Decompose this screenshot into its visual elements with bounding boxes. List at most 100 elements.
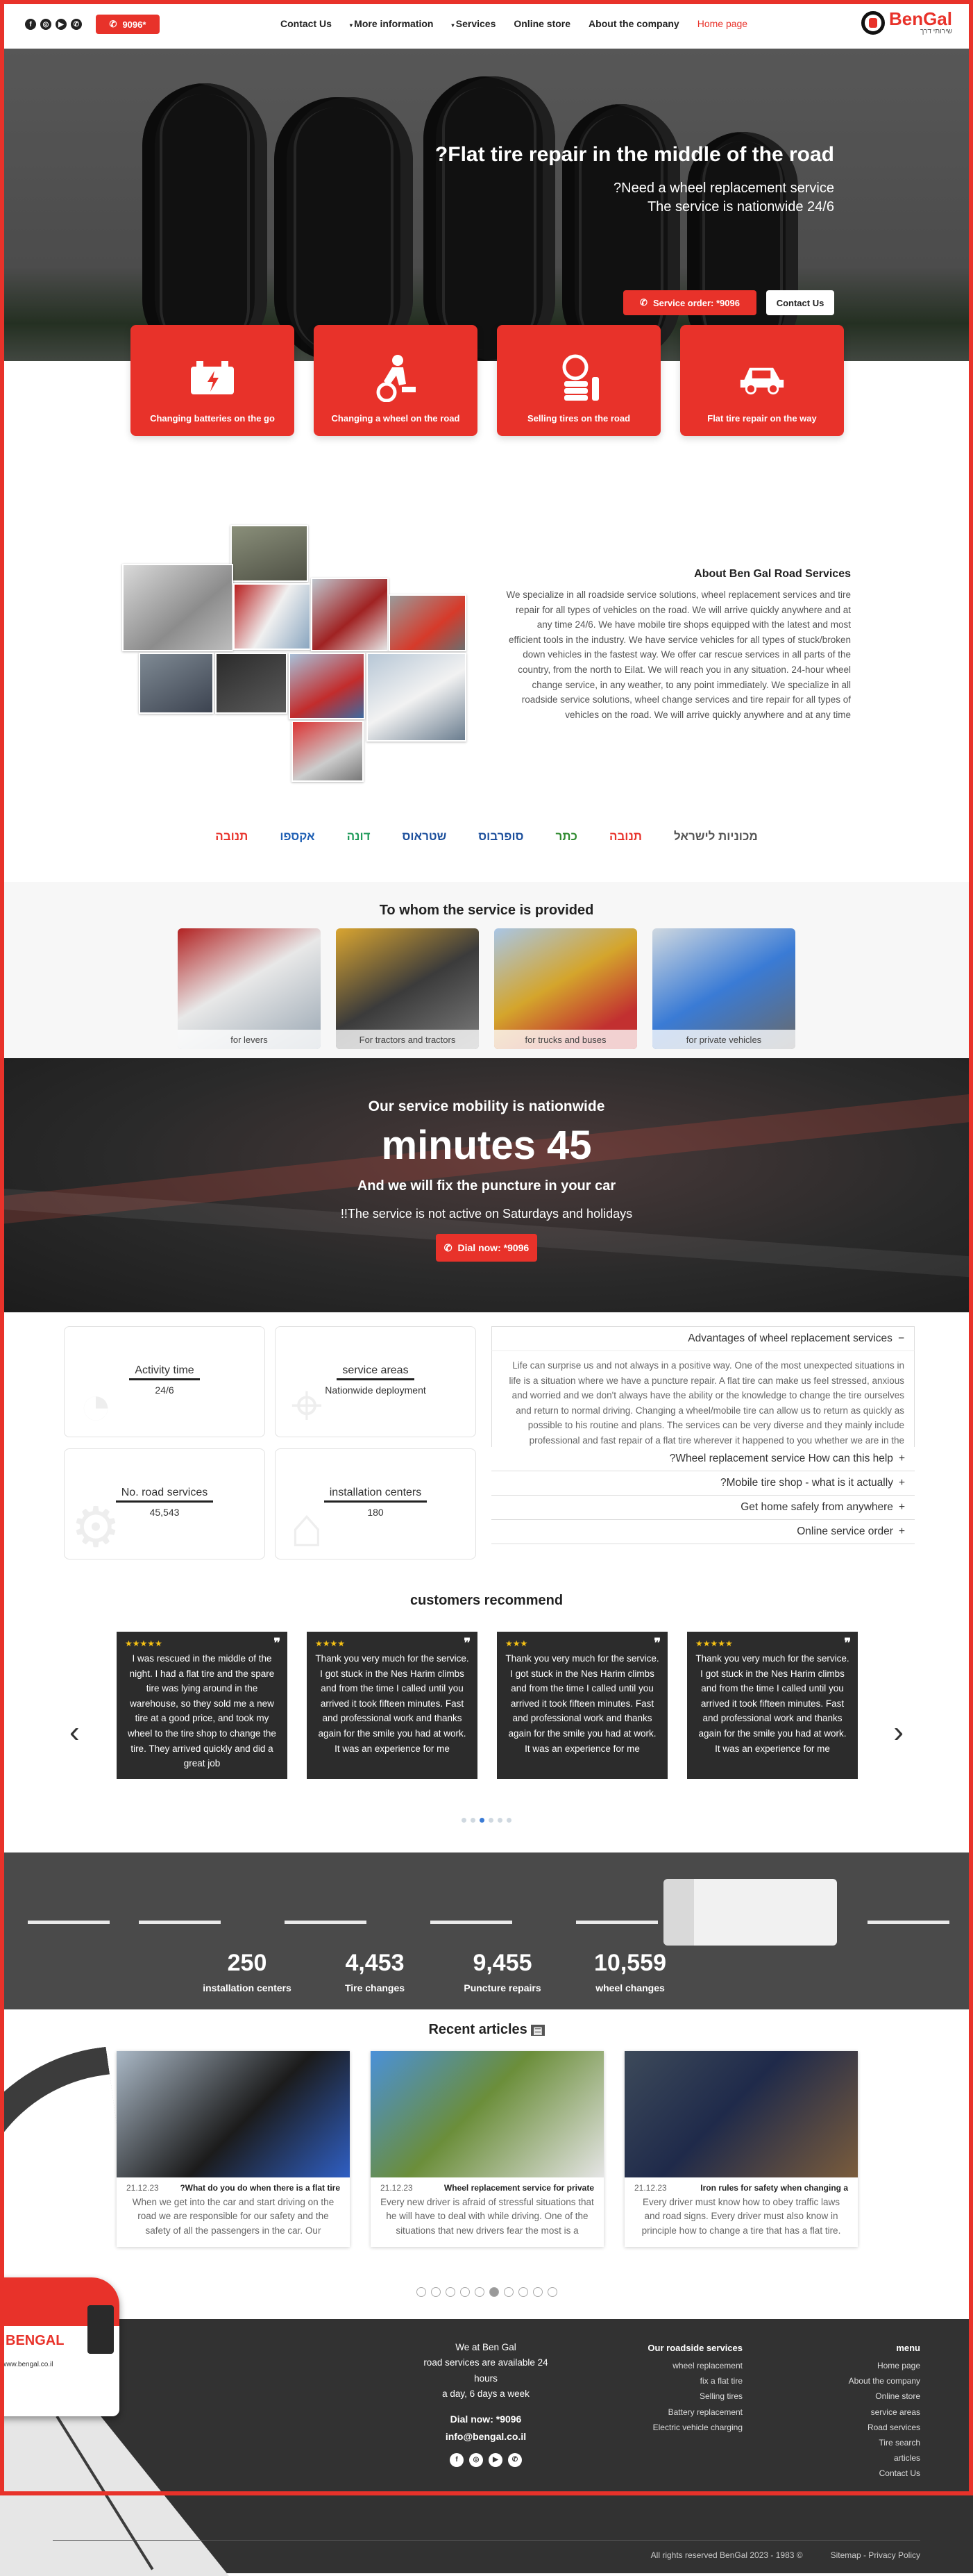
instagram-icon[interactable]: ◎ — [469, 2453, 483, 2468]
header-call-button[interactable]: ✆ 9096* — [96, 15, 160, 34]
service-card-tires[interactable]: Selling tires on the road — [497, 325, 661, 436]
footer-menu-link[interactable]: About the company — [823, 2373, 920, 2389]
partner-logo: אקספו — [280, 830, 315, 843]
expand-icon: + — [898, 1453, 905, 1464]
footer-service-link[interactable]: fix a flat tire — [632, 2373, 743, 2389]
article-card[interactable]: 21.12.23 Wheel replacement service for pr… — [371, 2051, 604, 2247]
pagination-dot[interactable] — [474, 2287, 484, 2297]
footer-menu-link[interactable]: Online store — [823, 2389, 920, 2404]
nav-contact[interactable]: Contact Us — [280, 18, 332, 29]
nav-about[interactable]: About the company — [589, 18, 679, 29]
audience-card-private[interactable]: for private vehicles — [652, 928, 795, 1049]
quote-icon: ❞ — [844, 1636, 851, 1650]
pagination-dot[interactable] — [507, 1818, 511, 1823]
pagination-dot[interactable] — [459, 2287, 470, 2297]
pagination-dot[interactable] — [430, 2287, 441, 2297]
audience-card-tractors[interactable]: For tractors and tractors — [336, 928, 479, 1049]
phone-icon: ✆ — [109, 19, 117, 29]
footer-menu-link[interactable]: Home page — [823, 2358, 920, 2373]
next-arrow-icon[interactable]: › — [893, 1715, 904, 1750]
pagination-dot[interactable] — [462, 1818, 466, 1823]
youtube-icon[interactable]: ▶ — [56, 19, 67, 30]
faq-item-open[interactable]: Advantages of wheel replacement services… — [491, 1326, 915, 1351]
whatsapp-icon[interactable]: ✆ — [508, 2453, 522, 2468]
nav-home[interactable]: Home page — [697, 18, 747, 29]
service-card-batteries[interactable]: Changing batteries on the go — [130, 325, 294, 436]
legal-links[interactable]: Sitemap - Privacy Policy — [831, 2550, 920, 2560]
main-nav: Contact Us ▾ More information ▾ Services… — [280, 18, 747, 29]
hero-banner: ?Flat tire repair in the middle of the r… — [0, 49, 973, 361]
site-header: f ◎ ▶ ✆ ✆ 9096* Contact Us ▾ More inform… — [0, 0, 973, 49]
footer-menu-link[interactable]: Contact Us — [823, 2466, 920, 2481]
partner-logo: שטראוס — [402, 830, 447, 843]
counters-section: 250 installation centers 4,453 Tire change… — [0, 1852, 973, 2009]
road-marking — [139, 1921, 221, 1924]
service-card-flat-repair[interactable]: Flat tire repair on the way — [680, 325, 844, 436]
pagination-dot[interactable] — [489, 2287, 499, 2297]
prev-arrow-icon[interactable]: ‹ — [69, 1715, 80, 1750]
footer-menu-link[interactable]: articles — [823, 2450, 920, 2466]
footer-service-link[interactable]: Selling tires — [632, 2389, 743, 2404]
hero-buttons: ✆ Service order: *9096 Contact Us — [623, 290, 834, 315]
faq-item-body: Life can surprise us and not always in a… — [491, 1351, 915, 1447]
faq-item[interactable]: Get home safely from anywhere + — [491, 1496, 915, 1520]
faq-item[interactable]: ?Wheel replacement service How can this … — [491, 1447, 915, 1471]
dial-now-button[interactable]: ✆ Dial now: *9096 — [436, 1234, 537, 1262]
road-marking — [868, 1921, 949, 1924]
article-card[interactable]: 21.12.23 ?What do you do when there is a … — [117, 2051, 350, 2247]
counter-item: 10,559 wheel changes — [594, 1950, 666, 1993]
quote-icon: ❞ — [654, 1636, 661, 1650]
footer-menu-link[interactable]: service areas — [823, 2404, 920, 2420]
car-icon — [738, 353, 786, 402]
road-marking — [285, 1921, 366, 1924]
audience-card-levers[interactable]: for levers — [178, 928, 321, 1049]
pagination-dot[interactable] — [518, 2287, 528, 2297]
counter-item: 250 installation centers — [203, 1950, 291, 1993]
partner-logo: דונה — [346, 830, 371, 843]
hero-subtitle: ?Need a wheel replacement service The se… — [614, 181, 834, 215]
facebook-icon[interactable]: f — [25, 19, 36, 30]
pagination-dot[interactable] — [480, 1818, 484, 1823]
site-logo[interactable]: BenGal שירותי דרך — [861, 10, 952, 35]
instagram-icon[interactable]: ◎ — [40, 19, 51, 30]
pagination-dot[interactable] — [532, 2287, 543, 2297]
article-card[interactable]: 21.12.23 Iron rules for safety when chang… — [625, 2051, 858, 2247]
phone-icon: ✆ — [443, 1241, 452, 1253]
youtube-icon[interactable]: ▶ — [489, 2453, 502, 2468]
nav-online-store[interactable]: Online store — [514, 18, 570, 29]
service-card-wheel[interactable]: Changing a wheel on the road — [314, 325, 477, 436]
footer-dial[interactable]: Dial now: *9096 — [416, 2411, 555, 2427]
service-order-button[interactable]: ✆ Service order: *9096 — [623, 290, 756, 315]
whatsapp-icon[interactable]: ✆ — [71, 19, 82, 30]
footer-services: Our roadside services wheel replacement f… — [632, 2340, 743, 2435]
pagination-dot[interactable] — [471, 1818, 475, 1823]
pagination-dot[interactable] — [547, 2287, 557, 2297]
service-photo — [366, 653, 466, 742]
footer-social: f ◎ ▶ ✆ — [416, 2453, 555, 2468]
pagination-dot[interactable] — [416, 2287, 426, 2297]
footer-service-link[interactable]: wheel replacement — [632, 2358, 743, 2373]
facebook-icon[interactable]: f — [450, 2453, 464, 2468]
faq-item[interactable]: Online service order + — [491, 1520, 915, 1544]
footer-service-link[interactable]: Electric vehicle charging — [632, 2420, 743, 2435]
road-marking — [28, 1921, 110, 1924]
footer-service-link[interactable]: Battery replacement — [632, 2404, 743, 2420]
service-photo — [139, 653, 214, 714]
testimonial-card: ★★★★ ❞ Thank you very much for the servi… — [307, 1632, 477, 1779]
nav-more-info[interactable]: ▾ More information — [350, 18, 434, 29]
pagination-dot[interactable] — [503, 2287, 514, 2297]
hero-contact-button[interactable]: Contact Us — [766, 290, 834, 315]
mechanic-icon — [371, 353, 420, 402]
pagination-dot[interactable] — [498, 1818, 502, 1823]
audience-card-trucks[interactable]: for trucks and buses — [494, 928, 637, 1049]
footer-email[interactable]: info@bengal.co.il — [416, 2429, 555, 2445]
nav-services[interactable]: ▾ Services — [452, 18, 496, 29]
footer-about: We at Ben Gal road services are availabl… — [416, 2340, 555, 2468]
footer-menu-link[interactable]: Tire search — [823, 2435, 920, 2450]
service-photo — [311, 578, 389, 651]
pagination-dot[interactable] — [489, 1818, 493, 1823]
service-photo — [289, 653, 365, 719]
footer-menu-link[interactable]: Road services — [823, 2420, 920, 2435]
faq-item[interactable]: ?Mobile tire shop - what is it actually + — [491, 1471, 915, 1496]
pagination-dot[interactable] — [445, 2287, 455, 2297]
